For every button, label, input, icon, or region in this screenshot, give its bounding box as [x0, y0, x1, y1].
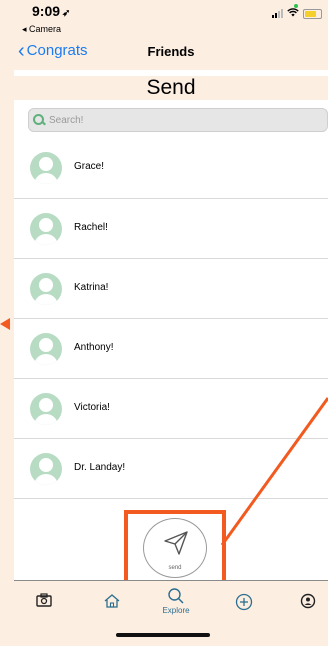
friend-name: Dr. Landay!: [74, 462, 126, 473]
paper-plane-icon: [164, 531, 188, 555]
add-icon: [235, 593, 253, 611]
friend-name: Anthony!: [74, 342, 114, 353]
search-icon: [33, 114, 45, 126]
friend-name: Victoria!: [74, 402, 110, 413]
search-input[interactable]: Search!: [49, 115, 83, 126]
list-item[interactable]: Katrina!: [14, 258, 328, 316]
profile-icon: [300, 593, 316, 609]
status-icons: [272, 8, 322, 19]
friend-name: Rachel!: [74, 222, 108, 233]
send-button-label: send: [168, 565, 182, 571]
search-icon: [168, 588, 184, 604]
home-indicator: [116, 633, 210, 637]
battery-icon: [303, 8, 322, 19]
friend-name: Katrina!: [74, 282, 109, 293]
tab-camera[interactable]: [30, 593, 58, 623]
wifi-icon: [287, 8, 299, 19]
tab-add[interactable]: [230, 593, 258, 623]
avatar: [30, 333, 62, 365]
list-item[interactable]: Victoria!: [14, 378, 328, 436]
camera-icon: [36, 593, 52, 607]
list-item[interactable]: Grace!: [14, 138, 328, 196]
location-arrow-icon: ➶: [62, 8, 71, 19]
list-item[interactable]: Anthony!: [14, 318, 328, 376]
signal-icon: [272, 9, 283, 18]
friend-name: Grace!: [74, 161, 105, 172]
avatar: [30, 152, 62, 184]
tab-profile[interactable]: [294, 593, 322, 623]
page-title: Send: [14, 76, 328, 100]
home-icon: [104, 594, 120, 608]
tab-explore-label: Explore: [162, 606, 190, 615]
annotation-arrow-icon: [0, 318, 10, 330]
avatar: [30, 213, 62, 245]
list-item[interactable]: Rachel!: [14, 198, 328, 256]
avatar: [30, 453, 62, 485]
list-divider: [14, 498, 328, 499]
status-bar: 9:09 ➶ ◂ Camera: [0, 0, 328, 34]
avatar: [30, 393, 62, 425]
status-time: 9:09 ➶: [32, 3, 71, 19]
send-button[interactable]: send: [143, 518, 207, 578]
tab-explore[interactable]: Explore: [158, 587, 194, 617]
avatar: [30, 273, 62, 305]
nav-title: Friends: [147, 44, 195, 59]
navigation-bar: ‹ Congrats Friends: [14, 34, 328, 70]
list-item[interactable]: Dr. Landay!: [14, 438, 328, 496]
search-bar[interactable]: Search!: [28, 108, 328, 132]
tab-home[interactable]: [98, 593, 126, 623]
